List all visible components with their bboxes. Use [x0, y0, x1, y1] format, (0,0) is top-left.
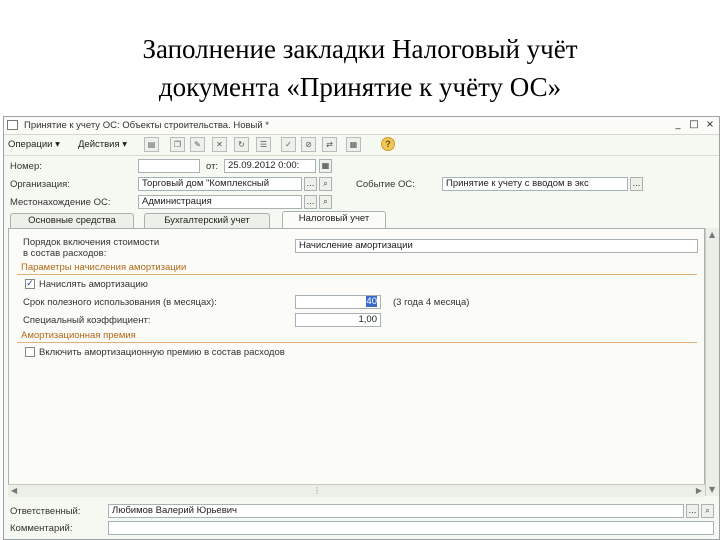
location-search-icon[interactable]: ⌕ [319, 195, 332, 209]
responsible-label: Ответственный: [10, 506, 81, 517]
refresh-icon[interactable]: ↻ [234, 137, 249, 152]
location-label: Местонахождение ОС: [10, 197, 111, 208]
movements-icon[interactable]: ⇄ [322, 137, 337, 152]
scroll-thumb-icon[interactable]: ⋮ [313, 486, 321, 495]
operations-menu[interactable]: Операции ▾ [8, 139, 60, 150]
section-divider [17, 274, 697, 275]
document-window: Принятие к учету ОС: Объекты строительст… [3, 116, 720, 540]
useful-life-value: 40 [366, 296, 377, 307]
special-coefficient-field[interactable]: 1,00 [295, 313, 381, 327]
window-title: Принятие к учету ОС: Объекты строительст… [24, 120, 269, 131]
section-amortization-premium: Амортизационная премия [21, 330, 136, 341]
useful-life-label: Срок полезного использования (в месяцах)… [23, 297, 217, 308]
unpost-icon[interactable]: ⊘ [301, 137, 316, 152]
post-icon[interactable]: ✓ [281, 137, 296, 152]
accrue-amortization-label: Начислять амортизацию [39, 279, 148, 290]
cost-inclusion-label-1: Порядок включения стоимости [23, 237, 160, 248]
special-coefficient-label: Специальный коэффициент: [23, 315, 151, 326]
slide-title-line-1: Заполнение закладки Налоговый учёт [142, 34, 578, 64]
comment-field[interactable] [108, 521, 714, 535]
responsible-search-icon[interactable]: ⌕ [701, 504, 714, 518]
structure-icon[interactable]: ▦ [346, 137, 361, 152]
number-label: Номер: [10, 161, 42, 172]
maximize-button[interactable]: □ [687, 119, 701, 131]
scroll-left-icon[interactable]: ◀ [11, 486, 17, 495]
help-icon[interactable]: ? [381, 137, 395, 151]
toolbar: Операции ▾ Действия ▾ ▤ ❐ ✎ ✕ ↻ ☰ ✓ ⊘ ⇄ … [4, 135, 719, 156]
event-field[interactable]: Принятие к учету с вводом в экс [442, 177, 628, 191]
event-select-button[interactable]: … [630, 177, 643, 191]
useful-life-hint: (3 года 4 месяца) [393, 297, 470, 308]
minimize-button[interactable]: _ [671, 119, 685, 131]
date-field[interactable]: 25.09.2012 0:00: [224, 159, 316, 173]
close-button[interactable]: × [703, 119, 717, 131]
organization-select-button[interactable]: … [304, 177, 317, 191]
document-icon [7, 120, 18, 130]
organization-label: Организация: [10, 179, 70, 190]
delete-icon[interactable]: ✕ [212, 137, 227, 152]
edit-icon[interactable]: ✎ [190, 137, 205, 152]
scroll-down-icon[interactable]: ▼ [709, 485, 715, 494]
tab-accounting[interactable]: Бухгалтерский учет [144, 213, 270, 228]
vertical-scrollbar[interactable]: ▲ ▼ [705, 228, 719, 496]
tax-tab-panel: Порядок включения стоимости в состав рас… [8, 228, 705, 496]
number-field[interactable] [138, 159, 200, 173]
organization-search-icon[interactable]: ⌕ [319, 177, 332, 191]
responsible-field[interactable]: Любимов Валерий Юрьевич [108, 504, 684, 518]
scroll-right-icon[interactable]: ▶ [696, 486, 702, 495]
list-icon[interactable]: ☰ [256, 137, 271, 152]
cost-inclusion-field[interactable]: Начисление амортизации [295, 239, 698, 253]
accrue-amortization-checkbox[interactable]: ✓ [25, 279, 35, 289]
actions-menu[interactable]: Действия ▾ [78, 139, 127, 150]
copy-icon[interactable]: ❐ [170, 137, 185, 152]
event-label: Событие ОС: [356, 179, 415, 190]
premium-checkbox[interactable] [25, 347, 35, 357]
premium-label: Включить амортизационную премию в состав… [39, 347, 285, 358]
location-select-button[interactable]: … [304, 195, 317, 209]
slide-title-line-2: документа «Принятие к учёту ОС» [158, 72, 562, 102]
window-titlebar: Принятие к учету ОС: Объекты строительст… [4, 117, 719, 135]
comment-label: Комментарий: [10, 523, 73, 534]
scroll-up-icon[interactable]: ▲ [709, 230, 715, 239]
responsible-select-button[interactable]: … [686, 504, 699, 518]
slide-title: Заполнение закладки Налоговый учёт докум… [0, 30, 720, 106]
organization-field[interactable]: Торговый дом "Комплексный [138, 177, 302, 191]
section-amortization-params: Параметры начисления амортизации [21, 262, 187, 273]
calendar-icon[interactable]: ▦ [319, 159, 332, 173]
tab-tax-accounting[interactable]: Налоговый учет [282, 211, 386, 229]
tab-fixed-assets[interactable]: Основные средства [10, 213, 134, 228]
location-field[interactable]: Администрация [138, 195, 302, 209]
horizontal-scrollbar[interactable]: ◀ ⋮ ▶ [8, 484, 705, 497]
useful-life-field[interactable]: 40 [295, 295, 381, 309]
date-label: от: [206, 161, 219, 172]
cost-inclusion-label-2: в состав расходов: [23, 248, 107, 259]
section-divider [17, 342, 697, 343]
new-icon[interactable]: ▤ [144, 137, 159, 152]
